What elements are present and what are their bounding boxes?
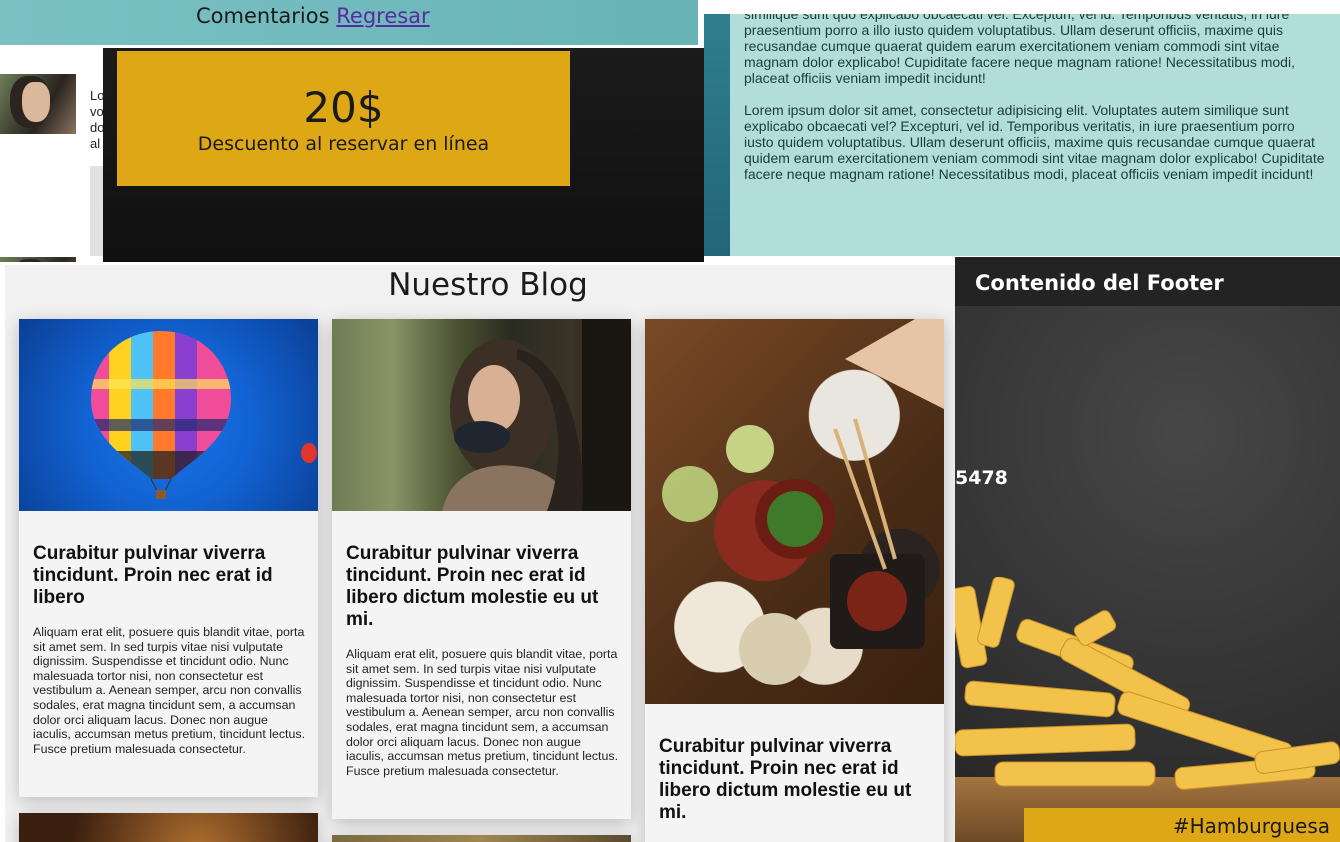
lorem-line: quidem earum exercitationem veniam commo… <box>744 150 1325 166</box>
lorem-text: similique sunt quo explicabo obcaecati v… <box>744 14 1340 198</box>
lorem-line: recusandae cumque quaerat quidem earum e… <box>744 38 1280 54</box>
lorem-line: placeat officiis veniam impedit incidunt… <box>744 70 986 86</box>
snippet-line: do <box>90 120 104 135</box>
hashtag-text: #Hamburguesa <box>1172 814 1330 838</box>
lorem-panel: similique sunt quo explicabo obcaecati v… <box>704 14 1340 256</box>
lorem-line: praesentium porro a illo iusto quidem vo… <box>744 22 1283 38</box>
hashtag-banner: #Hamburguesa <box>1024 808 1340 842</box>
blog-card[interactable]: Curabitur pulvinar viverra tincidunt. Pr… <box>645 319 944 842</box>
footer-phone: 5478 <box>955 467 1008 489</box>
comments-title-text: Comentarios <box>196 4 330 28</box>
back-link[interactable]: Regresar <box>336 4 429 28</box>
lorem-line: similique sunt quo explicabo obcaecati v… <box>744 14 1290 22</box>
lorem-paragraph: Lorem ipsum dolor sit amet, consectetur … <box>744 102 1340 182</box>
comments-header-bar: Comentarios Regresar <box>0 0 698 45</box>
blog-card-title[interactable]: Curabitur pulvinar viverra tincidunt. Pr… <box>346 543 619 631</box>
food-table-icon <box>662 319 944 685</box>
blog-card[interactable]: Curabitur pulvinar viverra tincidunt. Pr… <box>332 319 631 819</box>
footer-title: Contenido del Footer <box>975 271 1224 295</box>
blog-section: Nuestro Blog Curabitur pulvinar viverra … <box>5 265 955 842</box>
hot-air-balloon-icon <box>91 331 317 499</box>
french-fries-icon <box>955 577 1340 790</box>
blog-card[interactable]: Curabitur pulvinar viverra tincidunt. Pr… <box>19 319 318 797</box>
blog-card-body: Aliquam erat elit, posuere quis blandit … <box>346 647 619 778</box>
blog-card[interactable] <box>332 835 631 842</box>
snippet-line: vo <box>90 104 104 119</box>
woman-portrait-image <box>332 319 631 511</box>
blog-heading: Nuestro Blog <box>388 267 588 303</box>
blog-card-title[interactable]: Curabitur pulvinar viverra tincidunt. Pr… <box>33 543 306 609</box>
comment-avatar <box>0 257 76 262</box>
footer-section: Contenido del Footer 5478 #Hamburguesa <box>955 257 1340 842</box>
lorem-line: Lorem ipsum dolor sit amet, consectetur … <box>744 102 1289 118</box>
comments-title: Comentarios Regresar <box>196 4 430 28</box>
lorem-line: facere neque magnam ratione! Necessitati… <box>744 166 1314 182</box>
blog-card-body: Aliquam erat elit, posuere quis blandit … <box>33 625 306 756</box>
woman-portrait-icon <box>442 319 631 511</box>
lorem-line: explicabo obcaecati vel? Excepturi, vel … <box>744 118 1295 134</box>
comment-text-snippet: Lo vo do al <box>90 88 104 152</box>
hot-air-balloon-image <box>19 319 318 511</box>
snippet-line: Lo <box>90 88 104 103</box>
comment-avatar <box>0 74 76 134</box>
blog-card-title[interactable]: Curabitur pulvinar viverra tincidunt. Pr… <box>659 736 932 824</box>
lorem-line: iusto quidem voluptatibus. Ullam deserun… <box>744 134 1315 150</box>
blog-card[interactable] <box>19 813 318 842</box>
discount-caption: Descuento al reservar en línea <box>197 133 490 151</box>
lorem-line: magnam dolor explicabo! Cupiditate facer… <box>744 54 1295 70</box>
discount-card: 20$ Descuento al reservar en línea <box>117 51 570 186</box>
discount-amount: 20$ <box>303 83 384 132</box>
lorem-paragraph: similique sunt quo explicabo obcaecati v… <box>744 14 1340 86</box>
food-table-image <box>645 319 944 704</box>
snippet-line: al <box>90 136 101 151</box>
panel-side-stripe <box>704 14 730 256</box>
